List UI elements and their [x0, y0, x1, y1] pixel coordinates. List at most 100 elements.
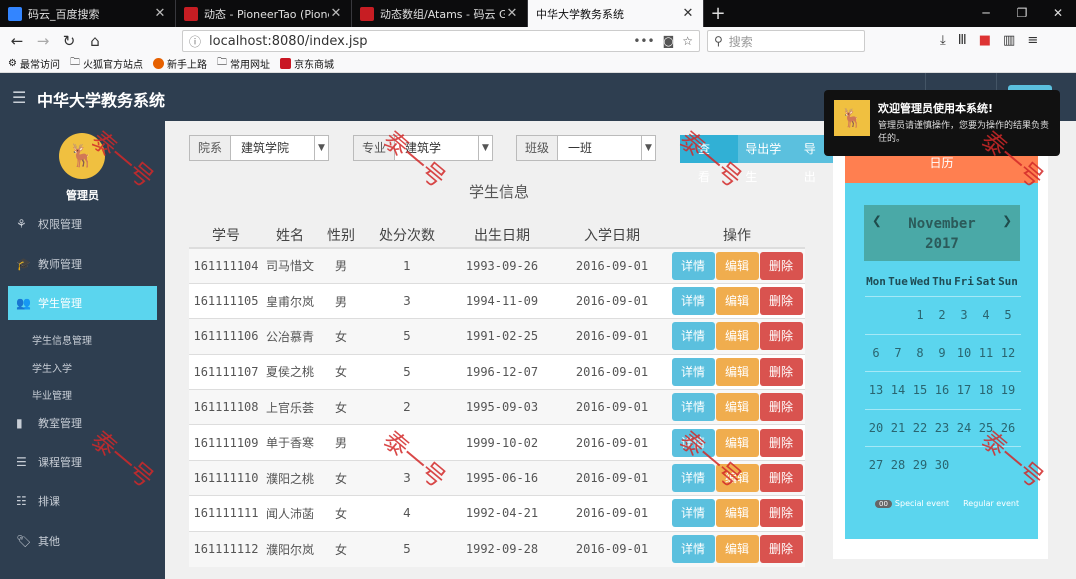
calendar-day[interactable]: 11	[975, 335, 997, 371]
college-select[interactable]: 院系 建筑学院 ▼	[189, 135, 329, 161]
close-icon[interactable]: ✕	[681, 6, 695, 21]
address-bar[interactable]: ⓘ localhost:8080/index.jsp ••• ◙ ☆	[182, 30, 700, 52]
calendar-day[interactable]: 8	[909, 335, 931, 371]
calendar-day[interactable]: 30	[931, 447, 953, 483]
library-icon[interactable]: Ⅲ	[958, 33, 967, 48]
calendar-day[interactable]: 28	[887, 447, 909, 483]
edit-button[interactable]: 编辑	[715, 322, 759, 351]
delete-button[interactable]: 删除	[759, 287, 803, 316]
column-header[interactable]: 入学日期	[555, 222, 669, 249]
sidebar-item-classrooms[interactable]: ▮ 教室管理	[8, 406, 157, 440]
sidebar-item-students[interactable]: 👥 学生管理	[8, 286, 157, 320]
search-input[interactable]: ⚲ 搜索	[707, 30, 865, 52]
calendar-day[interactable]: 9	[931, 335, 953, 371]
sidebar-item-teachers[interactable]: 🎓 教师管理	[8, 247, 157, 281]
calendar-day[interactable]: 16	[931, 372, 953, 408]
close-icon[interactable]: ✕	[153, 6, 167, 21]
calendar-day[interactable]: 22	[909, 410, 931, 446]
edit-button[interactable]: 编辑	[715, 251, 759, 280]
calendar-day[interactable]: 23	[931, 410, 953, 446]
page-actions-icon[interactable]: •••	[633, 34, 654, 48]
calendar-day[interactable]: 27	[865, 447, 887, 483]
sidebar-item-permissions[interactable]: ⚘ 权限管理	[8, 207, 157, 241]
delete-button[interactable]: 删除	[759, 499, 803, 528]
calendar-day[interactable]: 3	[953, 297, 975, 333]
menu-icon[interactable]: ≡	[1027, 33, 1038, 48]
column-header[interactable]: 性别	[317, 222, 365, 249]
class-select[interactable]: 班级 一班 ▼	[516, 135, 656, 161]
edit-button[interactable]: 编辑	[715, 357, 759, 386]
bookmark-item[interactable]: ⚙ 最常访问	[8, 56, 60, 71]
bookmark-item[interactable]: 🗀 火狐官方站点	[70, 55, 143, 72]
browser-tab[interactable]: 动态数组/Atams - 码云 Gitee ✕	[352, 0, 528, 27]
forward-icon[interactable]: →	[30, 32, 56, 50]
restore-icon[interactable]: ❐	[1004, 0, 1040, 27]
browser-tab[interactable]: 码云_百度搜索 ✕	[0, 0, 176, 27]
delete-button[interactable]: 删除	[759, 251, 803, 280]
hamburger-menu-icon[interactable]: ☰	[12, 88, 26, 107]
calendar-day[interactable]: 12	[997, 335, 1019, 371]
calendar-day[interactable]: 21	[887, 410, 909, 446]
chevron-left-icon[interactable]: ❮	[872, 211, 882, 231]
detail-button[interactable]: 详情	[671, 535, 715, 564]
calendar-day[interactable]: 10	[953, 335, 975, 371]
column-header[interactable]: 学号	[189, 222, 263, 249]
delete-button[interactable]: 删除	[759, 393, 803, 422]
column-header[interactable]: 操作	[669, 222, 805, 249]
calendar-day[interactable]: 6	[865, 335, 887, 371]
delete-button[interactable]: 删除	[759, 535, 803, 564]
bookmark-item[interactable]: 🗀 常用网址	[217, 55, 270, 72]
calendar-day[interactable]: 20	[865, 410, 887, 446]
delete-button[interactable]: 删除	[759, 357, 803, 386]
calendar-day[interactable]: 14	[887, 372, 909, 408]
home-icon[interactable]: ⌂	[82, 32, 108, 50]
column-header[interactable]: 处分次数	[365, 222, 449, 249]
extension-icon[interactable]: ■	[979, 33, 991, 48]
calendar-day[interactable]: 29	[909, 447, 931, 483]
column-header[interactable]: 出生日期	[449, 222, 555, 249]
calendar-day[interactable]: 24	[953, 410, 975, 446]
export-students-button[interactable]: 导出学生	[738, 135, 797, 184]
calendar-day[interactable]: 4	[975, 297, 997, 333]
delete-button[interactable]: 删除	[759, 464, 803, 493]
edit-button[interactable]: 编辑	[715, 287, 759, 316]
sidebar-subitem-student-info[interactable]: 学生信息管理	[32, 332, 92, 347]
close-icon[interactable]: ✕	[329, 6, 343, 21]
sidebar-item-other[interactable]: 🏷 其他	[8, 524, 157, 558]
back-icon[interactable]: ←	[4, 32, 30, 50]
calendar-day[interactable]: 2	[931, 297, 953, 333]
detail-button[interactable]: 详情	[671, 393, 715, 422]
calendar-day[interactable]: 18	[975, 372, 997, 408]
delete-button[interactable]: 删除	[759, 428, 803, 457]
minimize-icon[interactable]: ─	[968, 0, 1004, 27]
bookmark-star-icon[interactable]: ☆	[682, 34, 693, 48]
pocket-icon[interactable]: ◙	[663, 34, 675, 48]
detail-button[interactable]: 详情	[671, 251, 715, 280]
detail-button[interactable]: 详情	[671, 499, 715, 528]
sidebar-icon[interactable]: ▥	[1003, 33, 1015, 48]
browser-tab[interactable]: 动态 - PioneerTao (PioneerTa ✕	[176, 0, 352, 27]
calendar-day[interactable]: 13	[865, 372, 887, 408]
calendar-day[interactable]: 17	[953, 372, 975, 408]
edit-button[interactable]: 编辑	[715, 535, 759, 564]
info-icon[interactable]: ⓘ	[189, 33, 201, 50]
delete-button[interactable]: 删除	[759, 322, 803, 351]
new-tab-icon[interactable]: +	[704, 0, 732, 27]
browser-tab-active[interactable]: 中华大学教务系统 ✕	[528, 0, 704, 27]
detail-button[interactable]: 详情	[671, 357, 715, 386]
download-icon[interactable]: ⤓	[940, 33, 946, 48]
chevron-right-icon[interactable]: ❯	[1002, 211, 1012, 231]
bookmark-item[interactable]: 京东商城	[279, 56, 334, 71]
close-window-icon[interactable]: ✕	[1040, 0, 1076, 27]
calendar-day[interactable]: 1	[909, 297, 931, 333]
sidebar-subitem-enrollment[interactable]: 学生入学	[32, 360, 72, 375]
calendar-day[interactable]: 19	[997, 372, 1019, 408]
edit-button[interactable]: 编辑	[715, 393, 759, 422]
bookmark-item[interactable]: 新手上路	[152, 56, 207, 71]
close-icon[interactable]: ✕	[505, 6, 519, 21]
edit-button[interactable]: 编辑	[715, 499, 759, 528]
detail-button[interactable]: 详情	[671, 287, 715, 316]
calendar-day[interactable]: 5	[997, 297, 1019, 333]
column-header[interactable]: 姓名	[263, 222, 317, 249]
calendar-day[interactable]: 15	[909, 372, 931, 408]
